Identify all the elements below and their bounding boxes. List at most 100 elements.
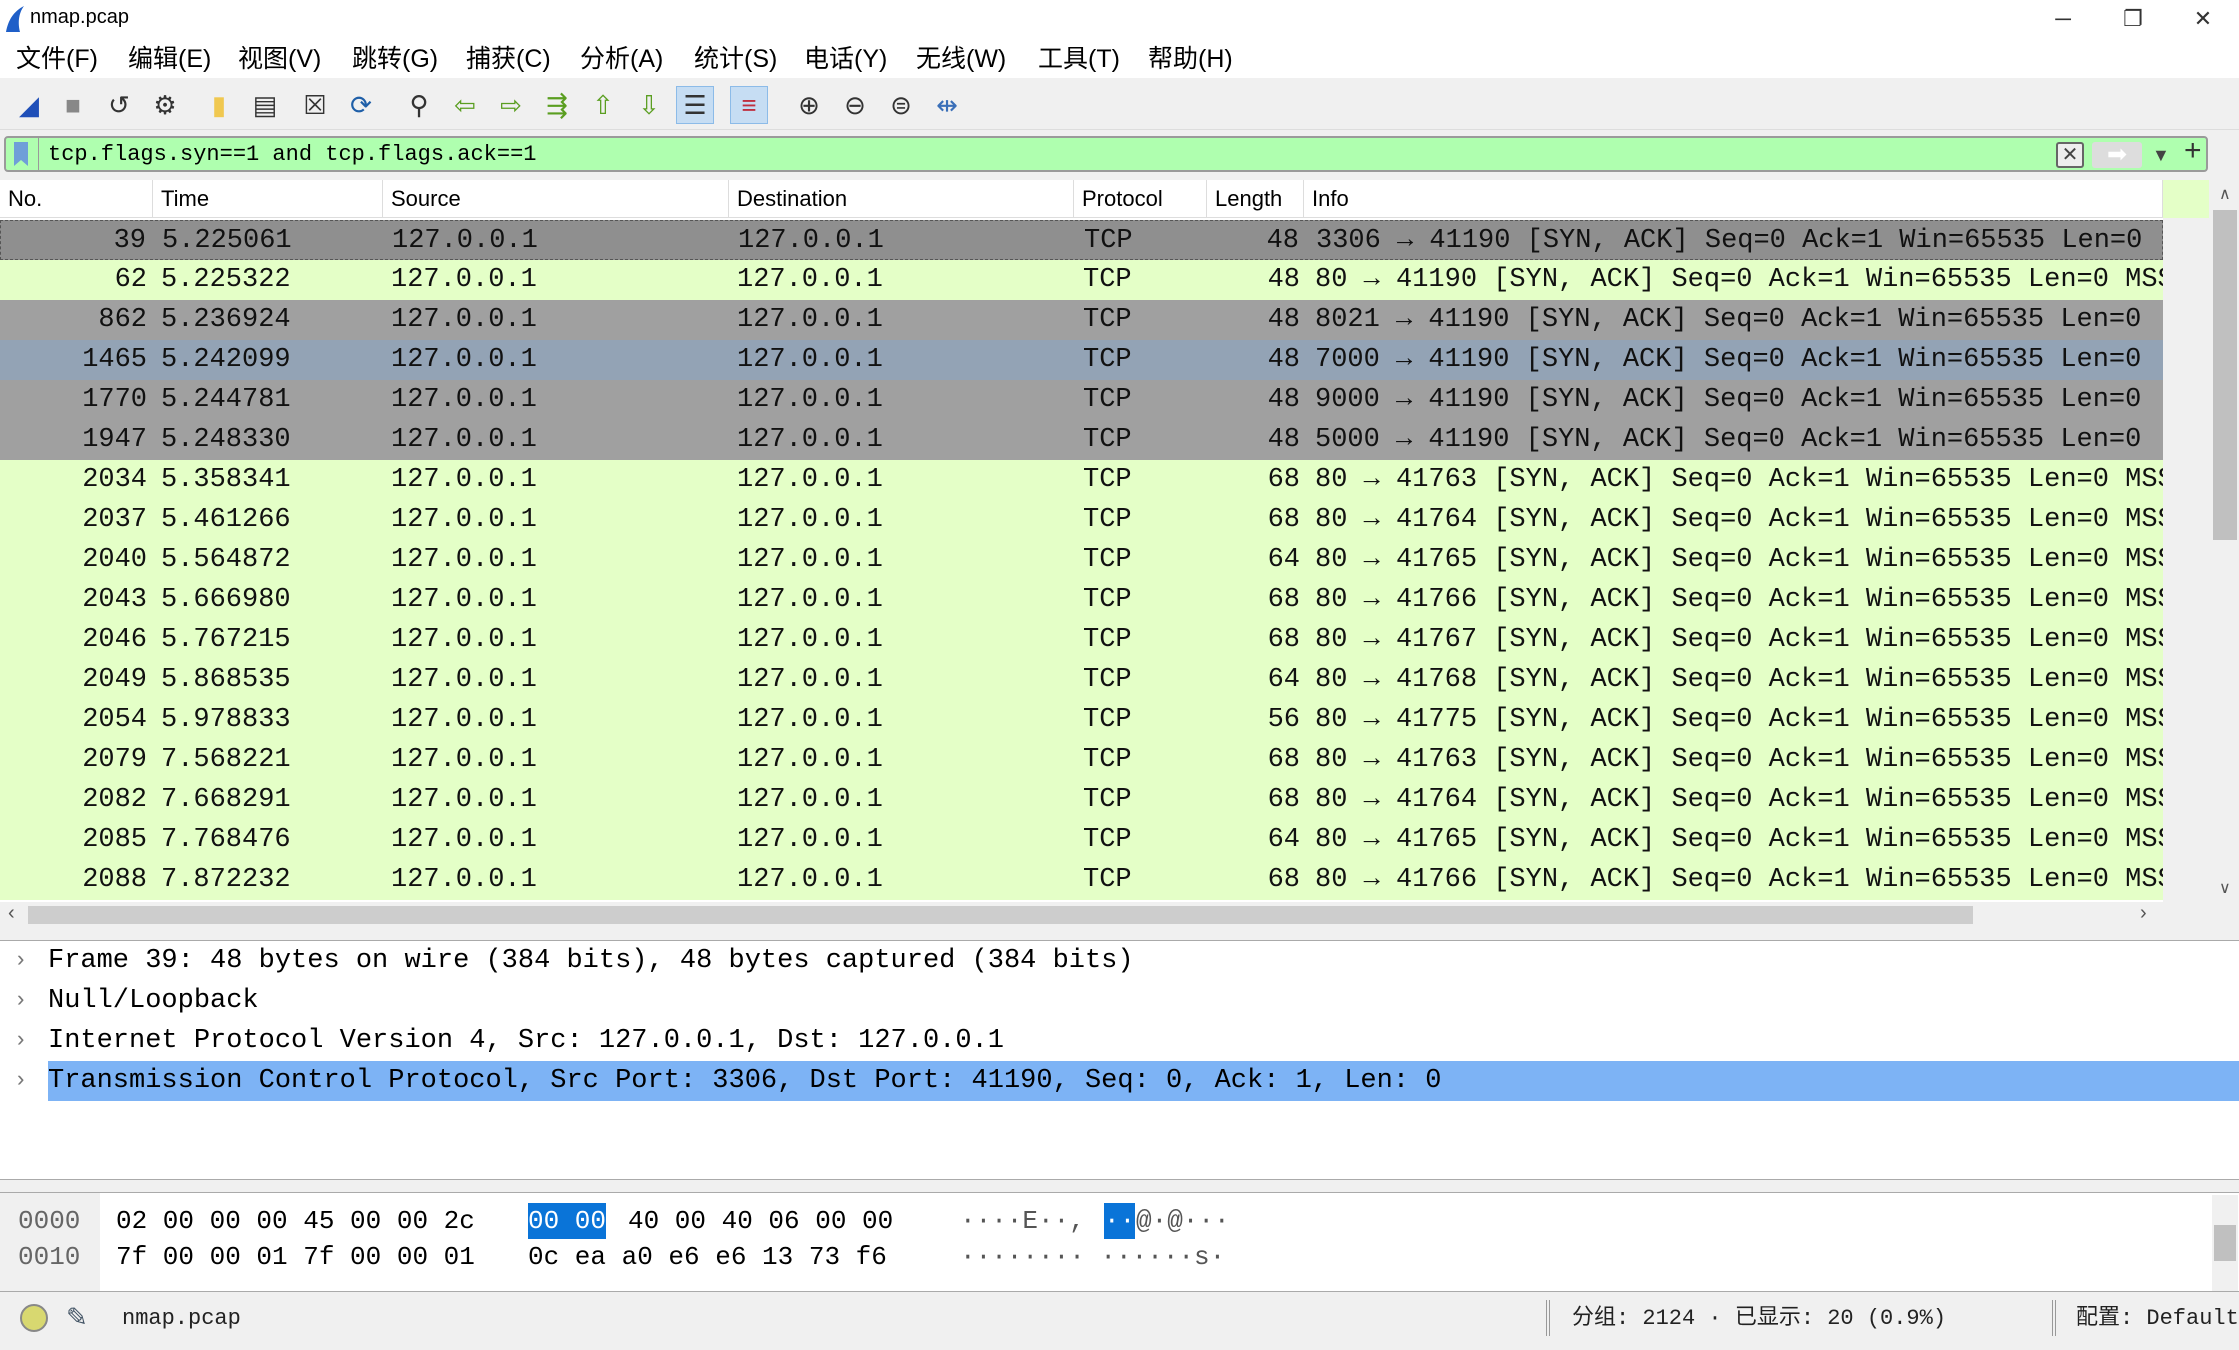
packet-proto: TCP [1083,545,1132,575]
menu-item-3[interactable]: 跳转(G) [350,40,440,78]
column-header-length[interactable]: Length [1207,180,1304,218]
ascii-bytes-highlight[interactable]: ·· [1104,1203,1136,1239]
packet-row[interactable]: 2040 5.564872 127.0.0.1 127.0.0.1 TCP 64 80 → … [0,540,2163,580]
reload-icon[interactable]: ⟳ [342,86,380,124]
detail-label: Null/Loopback [48,986,259,1016]
filter-history-chevron-down-icon[interactable]: ▼ [2152,140,2170,170]
column-header-no[interactable]: No. [0,180,153,218]
menu-item-0[interactable]: 文件(F) [14,40,100,78]
detail-tree-item[interactable]: › Transmission Control Protocol, Src Port… [0,1061,2239,1101]
menu-item-2[interactable]: 视图(V) [236,40,323,78]
scroll-thumb[interactable] [28,906,1973,924]
chevron-right-icon[interactable]: › [14,981,27,1021]
open-folder-icon[interactable]: ▮ [200,86,238,124]
hex-bytes[interactable]: 7f 00 00 01 7f 00 00 01 [116,1239,475,1275]
packet-no: 2043 [82,585,147,615]
menu-item-1[interactable]: 编辑(E) [126,40,213,78]
packet-dst: 127.0.0.1 [737,545,883,575]
last-packet-icon[interactable]: ⇩ [630,86,668,124]
hex-bytes-highlight[interactable]: 00 00 [528,1203,607,1239]
packet-row[interactable]: 2054 5.978833 127.0.0.1 127.0.0.1 TCP 56 80 → … [0,700,2163,740]
back-arrow-icon[interactable]: ⇦ [446,86,484,124]
detail-tree-item[interactable]: › Null/Loopback [0,981,2239,1021]
scroll-thumb[interactable] [2213,210,2237,540]
menu-item-7[interactable]: 电话(Y) [802,40,889,78]
packet-dst: 127.0.0.1 [737,385,883,415]
packet-list-horizontal-scrollbar[interactable]: ‹ › [0,902,2163,928]
chevron-right-icon[interactable]: › [14,1021,27,1061]
bytes-scrollbar[interactable] [2212,1195,2238,1291]
file-icon[interactable]: ▤ [246,86,284,124]
capture-comment-edit-icon[interactable]: ✎ [66,1302,88,1333]
chevron-right-icon[interactable]: › [14,1061,27,1101]
hex-bytes[interactable]: 40 00 40 06 00 00 [628,1203,893,1239]
packet-row[interactable]: 2088 7.872232 127.0.0.1 127.0.0.1 TCP 68 80 → … [0,860,2163,900]
column-header-info[interactable]: Info [1304,180,2163,218]
menu-item-5[interactable]: 分析(A) [578,40,665,78]
ascii-bytes[interactable]: ····E··, [960,1203,1085,1239]
autoscroll-icon[interactable]: ☰ [676,86,714,124]
main-toolbar: ◢ ■ ↺ ⚙ ▮ ▤ ☒ ⟳ ⚲ ⇦ ⇨ ⇶ ⇧ ⇩ ☰ ≡ ⊕ ⊖ ⊜ ⇹ [0,80,2239,130]
zoom-normal-icon[interactable]: ⊜ [882,86,920,124]
goto-packet-icon[interactable]: ⇶ [538,86,576,124]
packet-no: 2054 [82,705,147,735]
ascii-bytes[interactable]: @·@··· [1136,1203,1230,1239]
close-file-icon[interactable]: ☒ [296,86,334,124]
first-packet-icon[interactable]: ⇧ [584,86,622,124]
stop-icon[interactable]: ■ [54,86,92,124]
minimize-button[interactable]: ─ [2033,2,2093,36]
detail-tree-item[interactable]: › Internet Protocol Version 4, Src: 127.0… [0,1021,2239,1061]
menu-item-9[interactable]: 工具(T) [1036,40,1122,78]
detail-tree-item[interactable]: › Frame 39: 48 bytes on wire (384 bits), … [0,941,2239,981]
forward-arrow-icon[interactable]: ⇨ [492,86,530,124]
packet-row[interactable]: 1947 5.248330 127.0.0.1 127.0.0.1 TCP 48 5000 … [0,420,2163,460]
packet-row[interactable]: 2082 7.668291 127.0.0.1 127.0.0.1 TCP 68 80 → … [0,780,2163,820]
colorize-icon[interactable]: ≡ [730,86,768,124]
ascii-bytes[interactable]: ········ ······s· [960,1239,1225,1275]
filter-input[interactable]: tcp.flags.syn==1 and tcp.flags.ack==1 [48,140,536,170]
menu-item-4[interactable]: 捕获(C) [464,40,553,78]
packet-details-pane: › Frame 39: 48 bytes on wire (384 bits), … [0,940,2239,1180]
apply-filter-arrow-icon[interactable]: ➡ [2092,142,2142,168]
column-header-protocol[interactable]: Protocol [1074,180,1207,218]
resize-columns-icon[interactable]: ⇹ [928,86,966,124]
packet-row[interactable]: 2085 7.768476 127.0.0.1 127.0.0.1 TCP 64 80 → … [0,820,2163,860]
packet-len: 48 [1267,345,1300,375]
packet-info: 80 → 41764 [SYN, ACK] Seq=0 Ack=1 Win=65… [1315,785,2163,815]
packet-row[interactable]: 62 5.225322 127.0.0.1 127.0.0.1 TCP 48 80 → 41… [0,260,2163,300]
hex-bytes[interactable]: 0c ea a0 e6 e6 13 73 f6 [528,1239,887,1275]
packet-row[interactable]: 2043 5.666980 127.0.0.1 127.0.0.1 TCP 68 80 → … [0,580,2163,620]
add-filter-button[interactable]: + [2184,134,2202,168]
column-header-source[interactable]: Source [383,180,729,218]
status-profile[interactable]: 配置: Default [2076,1304,2239,1334]
column-header-time[interactable]: Time [153,180,383,218]
column-header-destination[interactable]: Destination [729,180,1074,218]
packet-row[interactable]: 1465 5.242099 127.0.0.1 127.0.0.1 TCP 48 7000 … [0,340,2163,380]
packet-row[interactable]: 2046 5.767215 127.0.0.1 127.0.0.1 TCP 68 80 → … [0,620,2163,660]
options-gear-icon[interactable]: ⚙ [146,86,184,124]
zoom-in-icon[interactable]: ⊕ [790,86,828,124]
packet-row[interactable]: 2037 5.461266 127.0.0.1 127.0.0.1 TCP 68 80 → … [0,500,2163,540]
packet-row[interactable]: 862 5.236924 127.0.0.1 127.0.0.1 TCP 48 8021 →… [0,300,2163,340]
hex-bytes[interactable]: 02 00 00 00 45 00 00 2c [116,1203,475,1239]
packet-row[interactable]: 2034 5.358341 127.0.0.1 127.0.0.1 TCP 68 80 → … [0,460,2163,500]
chevron-right-icon[interactable]: › [14,941,27,981]
find-icon[interactable]: ⚲ [400,86,438,124]
expert-info-indicator-icon[interactable] [20,1304,48,1332]
close-button[interactable]: ✕ [2173,2,2233,36]
packet-row[interactable]: 1770 5.244781 127.0.0.1 127.0.0.1 TCP 48 9000 … [0,380,2163,420]
menu-item-8[interactable]: 无线(W) [914,40,1008,78]
restore-button[interactable]: ❐ [2103,2,2163,36]
packet-row[interactable]: 2079 7.568221 127.0.0.1 127.0.0.1 TCP 68 80 → … [0,740,2163,780]
zoom-out-icon[interactable]: ⊖ [836,86,874,124]
packet-row[interactable]: 2049 5.868535 127.0.0.1 127.0.0.1 TCP 64 80 → … [0,660,2163,700]
menu-item-6[interactable]: 统计(S) [692,40,779,78]
menu-item-10[interactable]: 帮助(H) [1146,40,1235,78]
packet-no: 862 [98,305,147,335]
packet-row[interactable]: 39 5.225061 127.0.0.1 127.0.0.1 TCP 48 3306 → … [0,220,2163,260]
clear-filter-icon[interactable]: ✕ [2056,142,2084,168]
restart-icon[interactable]: ↺ [100,86,138,124]
packet-list-vertical-scrollbar[interactable]: ∧ ∨ [2163,180,2239,902]
bookmark-icon[interactable] [14,142,28,166]
shark-fin-start-icon[interactable]: ◢ [10,86,48,124]
